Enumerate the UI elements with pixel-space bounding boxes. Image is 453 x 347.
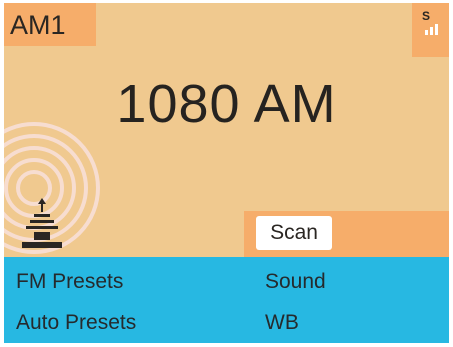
- auto-presets-button[interactable]: Auto Presets: [16, 310, 136, 336]
- radio-tower-icon: [4, 122, 100, 254]
- radio-screen: AM1 S 1080 AM Scan FM Presets Sound Auto…: [4, 3, 449, 343]
- wb-button[interactable]: WB: [265, 310, 299, 336]
- signal-strength-icon: [425, 24, 438, 35]
- band-indicator[interactable]: AM1: [4, 3, 96, 46]
- sound-button[interactable]: Sound: [265, 269, 326, 295]
- scan-button[interactable]: Scan: [256, 216, 332, 250]
- fm-presets-button[interactable]: FM Presets: [16, 269, 123, 295]
- tuner-panel: AM1 S 1080 AM Scan: [4, 3, 449, 257]
- band-label: AM1: [10, 10, 66, 40]
- menu-bar: FM Presets Sound Auto Presets WB: [4, 257, 449, 343]
- signal-indicator: S: [412, 3, 449, 57]
